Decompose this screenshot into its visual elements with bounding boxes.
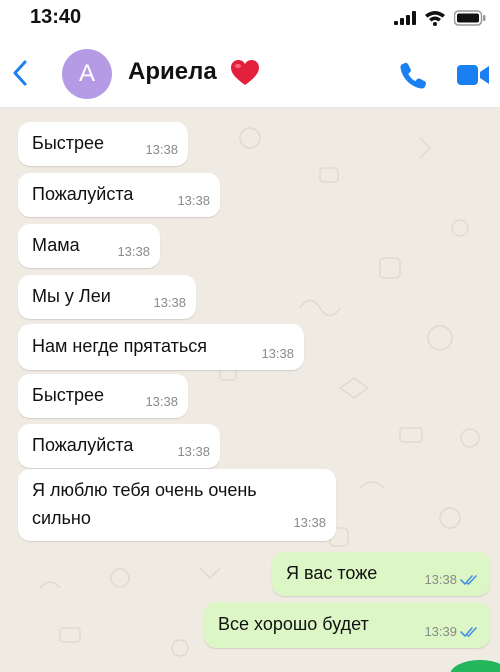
message-time: 13:38 — [293, 515, 326, 530]
chevron-left-icon — [13, 60, 27, 86]
voice-call-button[interactable] — [398, 60, 428, 90]
message-text: Мы у Леи — [32, 286, 111, 306]
phone-icon — [400, 62, 426, 89]
message-time: 13:38 — [424, 572, 457, 587]
read-ticks-icon — [460, 574, 477, 585]
message-time: 13:39 — [424, 624, 457, 639]
message-text: Мама — [32, 235, 80, 255]
message-bubble[interactable]: Все хорошо будет 13:39 — [204, 602, 490, 648]
heart-icon — [231, 60, 259, 85]
message-time: 13:38 — [153, 295, 186, 310]
message-bubble[interactable]: Я люблю тебя очень очень сильно 13:38 — [18, 469, 336, 541]
message-text: Пожалуйста — [32, 435, 134, 455]
message-time: 13:38 — [261, 346, 294, 361]
chat-area[interactable]: Быстрее 13:38 Пожалуйста 13:38 Мама 13:3… — [0, 108, 500, 672]
video-call-button[interactable] — [456, 62, 490, 88]
avatar-letter: A — [78, 60, 95, 87]
back-button[interactable] — [8, 58, 32, 88]
message-text: Пожалуйста — [32, 184, 134, 204]
message-text-line-1: Я люблю тебя очень очень — [32, 480, 257, 500]
message-text: Все хорошо будет — [218, 614, 369, 634]
message-time: 13:38 — [145, 142, 178, 157]
message-bubble[interactable]: Мы у Леи 13:38 — [18, 275, 196, 319]
status-bar: 13:40 — [0, 0, 500, 36]
status-icons — [394, 9, 486, 27]
avatar[interactable]: A — [62, 49, 112, 99]
message-time: 13:38 — [145, 394, 178, 409]
message-text: Я вас тоже — [286, 563, 378, 583]
message-text: Нам негде прятаться — [32, 336, 207, 356]
read-ticks-icon — [460, 626, 477, 637]
wifi-icon — [425, 11, 445, 26]
chat-header: A Ариела — [0, 36, 500, 108]
message-time: 13:38 — [177, 444, 210, 459]
message-time: 13:38 — [117, 244, 150, 259]
signal-icon — [394, 11, 416, 25]
message-bubble[interactable]: Пожалуйста 13:38 — [18, 173, 220, 217]
message-meta: 13:39 — [424, 624, 480, 639]
message-text-line-2: сильно — [32, 508, 91, 528]
message-bubble[interactable]: Я вас тоже 13:38 — [272, 552, 490, 596]
message-time: 13:38 — [177, 193, 210, 208]
message-bubble[interactable]: Быстрее 13:38 — [18, 122, 188, 166]
message-bubble[interactable]: Пожалуйста 13:38 — [18, 424, 220, 468]
battery-icon — [454, 10, 486, 26]
message-bubble[interactable]: Нам негде прятаться 13:38 — [18, 324, 304, 370]
contact-name[interactable]: Ариела — [128, 58, 217, 86]
message-meta: 13:38 — [424, 572, 480, 587]
message-bubble[interactable]: Быстрее 13:38 — [18, 374, 188, 418]
message-text: Быстрее — [32, 133, 105, 153]
video-camera-icon — [457, 65, 489, 85]
status-time: 13:40 — [30, 6, 82, 28]
message-bubble[interactable]: Мама 13:38 — [18, 224, 160, 268]
message-text: Быстрее — [32, 385, 105, 405]
